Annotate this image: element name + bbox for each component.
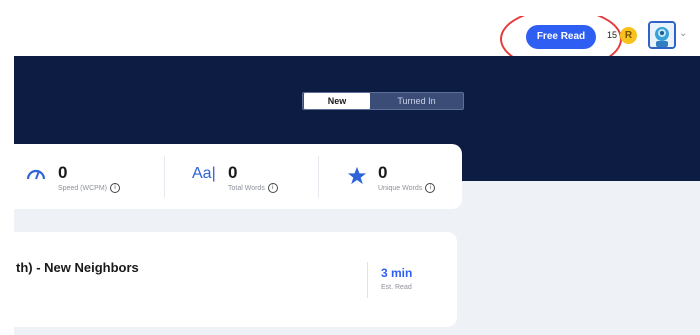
speed-label: Speed (WCPM) i	[58, 183, 121, 193]
stats-card: 0 Speed (WCPM) i Aa| 0 Total Words i 0 Uni…	[14, 144, 462, 209]
divider	[367, 262, 368, 298]
book-title: th) - New Neighbors	[16, 260, 139, 275]
star-icon	[347, 166, 367, 185]
read-time: 3 min	[381, 266, 413, 280]
total-words-value: 0	[228, 163, 238, 182]
coin-count: 15	[607, 30, 618, 40]
speedometer-icon	[26, 169, 46, 180]
robot-avatar-icon	[650, 23, 674, 47]
speed-value: 0	[58, 163, 68, 182]
unique-words-value: 0	[378, 163, 388, 182]
info-icon[interactable]: i	[267, 183, 278, 193]
assignment-toggle: New Turned In	[302, 92, 464, 110]
unique-words-label: Unique Words i	[378, 183, 436, 193]
top-bar: Free Read 15 R ⌄	[14, 16, 700, 70]
chevron-down-icon[interactable]: ⌄	[679, 28, 687, 39]
total-words-label: Total Words i	[228, 183, 278, 193]
avatar[interactable]	[648, 21, 676, 49]
info-icon[interactable]: i	[110, 183, 121, 193]
read-time-label: Est. Read	[381, 284, 412, 291]
tab-new[interactable]: New	[304, 93, 370, 109]
app-frame: Free Read 15 R ⌄ New Turned In 0 Speed (…	[14, 16, 700, 335]
info-icon[interactable]: i	[425, 183, 436, 193]
tab-turned-in[interactable]: Turned In	[370, 93, 463, 109]
book-card[interactable]: th) - New Neighbors 3 min Est. Read	[14, 232, 457, 327]
coin-icon: R	[620, 27, 637, 44]
divider	[318, 156, 319, 198]
divider	[164, 156, 165, 198]
text-size-icon: Aa|	[192, 165, 216, 182]
